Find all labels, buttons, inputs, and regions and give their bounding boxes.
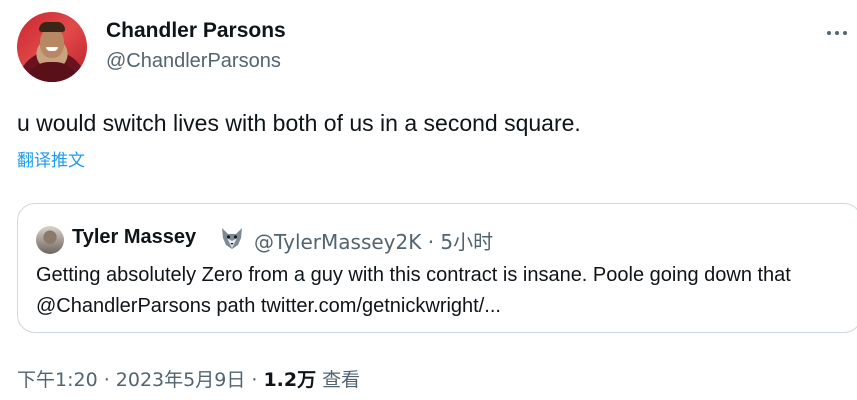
more-options-icon[interactable] [827,28,855,38]
avatar-hair-shape [39,22,65,32]
translate-tweet-link[interactable]: 翻译推文 [17,146,85,171]
quoted-tweet[interactable]: Tyler Massey @TylerMassey2K · 5小时 Gettin… [17,203,857,333]
avatar-face-shape [40,28,64,58]
views-count: 1.2万 [263,369,317,391]
wolf-icon [222,228,242,249]
quoted-author-name: Tyler Massey [72,226,197,248]
author-avatar[interactable] [17,12,87,82]
tweet-timestamp[interactable]: 下午1:20 · 2023年5月9日 · [17,369,263,391]
tweet-card: Chandler Parsons @ChandlerParsons u woul… [0,0,857,400]
quoted-author-avatar [36,226,64,254]
tweet-meta: 下午1:20 · 2023年5月9日 · 1.2万 查看 [17,365,360,392]
quoted-tweet-text: Getting absolutely Zero from a guy with … [36,264,791,317]
author-handle[interactable]: @ChandlerParsons [106,50,281,73]
quoted-handle-time: @TylerMassey2K · 5小时 [254,230,494,254]
avatar-body-shape [25,62,79,82]
views-label: 查看 [316,369,361,391]
tweet-text: u would switch lives with both of us in … [17,110,581,136]
author-name[interactable]: Chandler Parsons [106,19,286,43]
